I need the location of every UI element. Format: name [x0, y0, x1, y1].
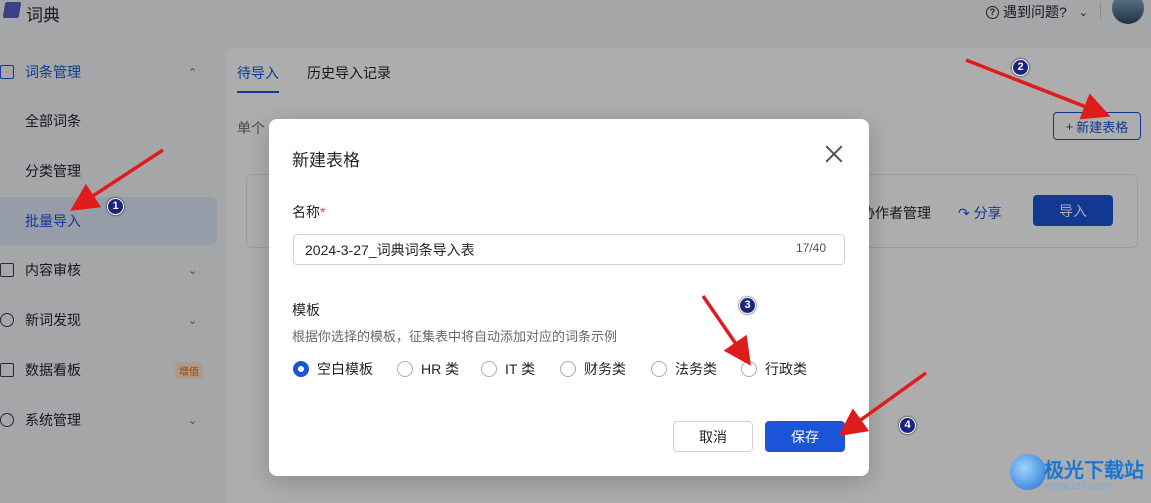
watermark-url: www.xz7.com — [1044, 480, 1112, 492]
annotation-marker-2: 2 — [1012, 59, 1029, 76]
radio-icon — [293, 361, 309, 377]
radio-label: 法务类 — [675, 361, 717, 377]
dialog-title: 新建表格 — [292, 151, 360, 170]
annotation-marker-3: 3 — [739, 297, 756, 314]
template-radio-blank[interactable]: 空白模板 — [293, 359, 373, 379]
name-field-label: 名称* — [292, 202, 325, 222]
template-radio-legal[interactable]: 法务类 — [651, 359, 717, 379]
cancel-button[interactable]: 取消 — [673, 421, 753, 452]
char-counter: 17/40 — [796, 241, 827, 255]
template-description: 根据你选择的模板，征集表中将自动添加对应的词条示例 — [292, 329, 618, 344]
radio-label: 空白模板 — [317, 361, 373, 377]
close-icon[interactable] — [825, 145, 843, 163]
radio-icon — [651, 361, 667, 377]
required-mark: * — [320, 204, 326, 220]
template-label: 模板 — [292, 302, 320, 318]
radio-icon — [560, 361, 576, 377]
radio-label: 行政类 — [765, 361, 807, 377]
radio-icon — [397, 361, 413, 377]
radio-icon — [741, 361, 757, 377]
new-table-dialog: 新建表格 名称* 17/40 模板 根据你选择的模板，征集表中将自动添加对应的词… — [269, 119, 869, 476]
radio-label: 财务类 — [584, 361, 626, 377]
watermark-text: 极光下载站 — [1044, 460, 1144, 482]
name-label-text: 名称 — [292, 204, 320, 220]
radio-label: HR 类 — [421, 361, 460, 377]
annotation-marker-4: 4 — [899, 417, 916, 434]
name-input[interactable] — [293, 234, 845, 265]
radio-icon — [481, 361, 497, 377]
template-radio-it[interactable]: IT 类 — [481, 359, 535, 379]
template-radio-admin[interactable]: 行政类 — [741, 359, 807, 379]
annotation-marker-1: 1 — [107, 198, 124, 215]
save-button[interactable]: 保存 — [765, 421, 845, 452]
watermark-logo-icon — [1010, 454, 1046, 490]
template-radio-hr[interactable]: HR 类 — [397, 359, 459, 379]
template-radio-finance[interactable]: 财务类 — [560, 359, 626, 379]
radio-label: IT 类 — [505, 361, 536, 377]
